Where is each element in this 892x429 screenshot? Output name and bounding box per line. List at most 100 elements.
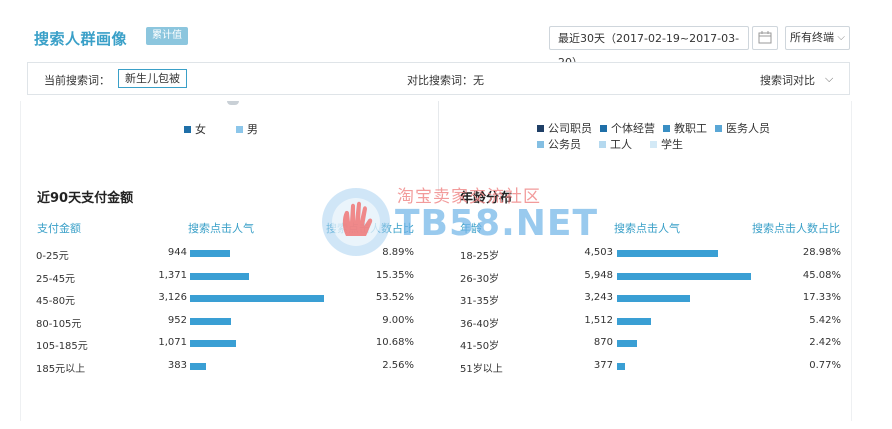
row-label: 51岁以上 xyxy=(460,363,503,375)
current-keyword-chip[interactable]: 新生儿包被 xyxy=(118,69,187,88)
page-title: 搜索人群画像 xyxy=(34,30,128,48)
legend-item[interactable]: 公司职员 xyxy=(537,120,592,136)
popularity-bar xyxy=(617,317,651,325)
legend-label: 医务人员 xyxy=(726,122,770,135)
legend-swatch xyxy=(236,125,243,133)
legend-label: 男 xyxy=(247,123,258,136)
current-keyword-label: 当前搜索词： xyxy=(44,74,110,87)
row-label: 18-25岁 xyxy=(460,251,500,262)
row-value: 3,126 xyxy=(158,292,187,303)
row-label: 41-50岁 xyxy=(460,341,500,352)
legend-swatch xyxy=(715,124,722,132)
row-percent: 0.77% xyxy=(809,359,841,371)
row-value: 5,948 xyxy=(584,269,613,281)
row-label: 31-35岁 xyxy=(460,296,500,307)
row-percent: 2.56% xyxy=(382,359,414,371)
row-percent: 28.98% xyxy=(802,247,841,258)
legend-item[interactable]: 教职工 xyxy=(663,120,707,136)
row-value: 1,071 xyxy=(158,337,187,348)
legend-swatch xyxy=(537,140,544,148)
legend-swatch xyxy=(599,140,606,148)
row-value: 1,512 xyxy=(584,314,613,326)
row-percent: 53.52% xyxy=(375,292,414,303)
watermark-text-en: TB58.NET xyxy=(395,203,599,244)
legend-swatch xyxy=(650,140,657,148)
row-percent: 2.42% xyxy=(809,337,841,348)
device-dropdown[interactable]: 所有终端 ⌵ xyxy=(785,26,850,50)
row-label: 185元以上 xyxy=(36,363,86,375)
legend-item[interactable]: 工人 xyxy=(599,136,632,152)
row-percent: 10.68% xyxy=(375,337,414,348)
legend-label: 公司职员 xyxy=(548,122,592,135)
compare-keyword-button[interactable]: 搜索词对比 ⌵ xyxy=(760,72,833,88)
row-value: 870 xyxy=(593,337,613,348)
compare-keyword-label: 对比搜索词：无 xyxy=(407,74,484,87)
legend-label: 公务员 xyxy=(548,138,581,151)
legend-item[interactable]: 学生 xyxy=(650,136,683,152)
age-col-ratio: 搜索点击人数占比 xyxy=(752,222,840,235)
popularity-bar xyxy=(617,340,637,347)
legend-label: 个体经营 xyxy=(611,122,655,135)
legend-swatch xyxy=(184,125,191,133)
row-percent: 9.00% xyxy=(382,314,414,326)
legend-label: 教职工 xyxy=(674,122,707,135)
legend-label: 工人 xyxy=(610,138,632,151)
row-value: 1,371 xyxy=(158,269,187,281)
date-range-selector[interactable]: 最近30天（2017-02-19~2017-03-20） xyxy=(549,26,749,69)
row-label: 36-40岁 xyxy=(460,318,500,330)
popularity-bar xyxy=(190,362,206,370)
age-col-popularity: 搜索点击人气 xyxy=(614,222,680,235)
legend-label: 学生 xyxy=(661,138,683,151)
row-label: 26-30岁 xyxy=(460,273,500,285)
popularity-bar xyxy=(617,362,625,370)
legend-label: 女 xyxy=(195,123,206,136)
popularity-bar xyxy=(190,295,324,302)
row-value: 377 xyxy=(593,359,613,371)
occupation-legend-row-1: 公司职员 个体经营 教职工 医务人员 xyxy=(537,120,770,136)
row-value: 4,503 xyxy=(584,247,613,258)
popularity-bar xyxy=(617,295,690,302)
cumulative-badge: 累计值 xyxy=(146,27,188,45)
row-label: 105-185元 xyxy=(36,341,88,352)
calendar-button[interactable] xyxy=(752,26,778,50)
portrait-panel xyxy=(20,101,852,421)
calendar-icon xyxy=(758,31,772,44)
row-value: 944 xyxy=(167,247,187,258)
watermark-logo-icon xyxy=(322,188,390,256)
popularity-bar xyxy=(190,340,236,347)
row-percent: 5.42% xyxy=(809,314,841,326)
panel-divider xyxy=(438,101,439,191)
compare-button-label: 搜索词对比 xyxy=(760,74,815,87)
row-label: 45-80元 xyxy=(36,296,76,307)
popularity-bar xyxy=(190,250,230,257)
row-value: 383 xyxy=(167,359,187,371)
payment-col-popularity: 搜索点击人气 xyxy=(188,222,254,235)
row-percent: 15.35% xyxy=(375,269,414,281)
popularity-bar xyxy=(617,250,718,257)
row-value: 3,243 xyxy=(584,292,613,303)
legend-item[interactable]: 公务员 xyxy=(537,136,581,152)
gender-legend: 女男 xyxy=(184,121,258,137)
legend-swatch xyxy=(537,124,544,132)
row-label: 80-105元 xyxy=(36,318,82,330)
row-value: 952 xyxy=(167,314,187,326)
legend-item[interactable]: 女 xyxy=(184,121,206,137)
popularity-bar xyxy=(617,272,751,280)
payment-col-amount: 支付金额 xyxy=(37,222,81,235)
popularity-bar xyxy=(190,272,249,280)
legend-item[interactable]: 男 xyxy=(236,121,258,137)
row-label: 0-25元 xyxy=(36,251,69,262)
chevron-down-icon: ⌵ xyxy=(825,72,834,85)
row-label: 25-45元 xyxy=(36,273,76,285)
legend-item[interactable]: 个体经营 xyxy=(600,120,655,136)
popularity-bar xyxy=(190,317,231,325)
legend-swatch xyxy=(663,124,670,132)
row-percent: 45.08% xyxy=(802,269,841,281)
chevron-down-icon: ⌵ xyxy=(837,32,845,43)
legend-item[interactable]: 医务人员 xyxy=(715,120,770,136)
occupation-legend-row-2: 公务员 工人 学生 xyxy=(537,136,683,152)
device-label: 所有终端 xyxy=(790,31,834,44)
payment-section-title: 近90天支付金额 xyxy=(37,191,134,206)
legend-swatch xyxy=(600,124,607,132)
row-percent: 17.33% xyxy=(802,292,841,303)
